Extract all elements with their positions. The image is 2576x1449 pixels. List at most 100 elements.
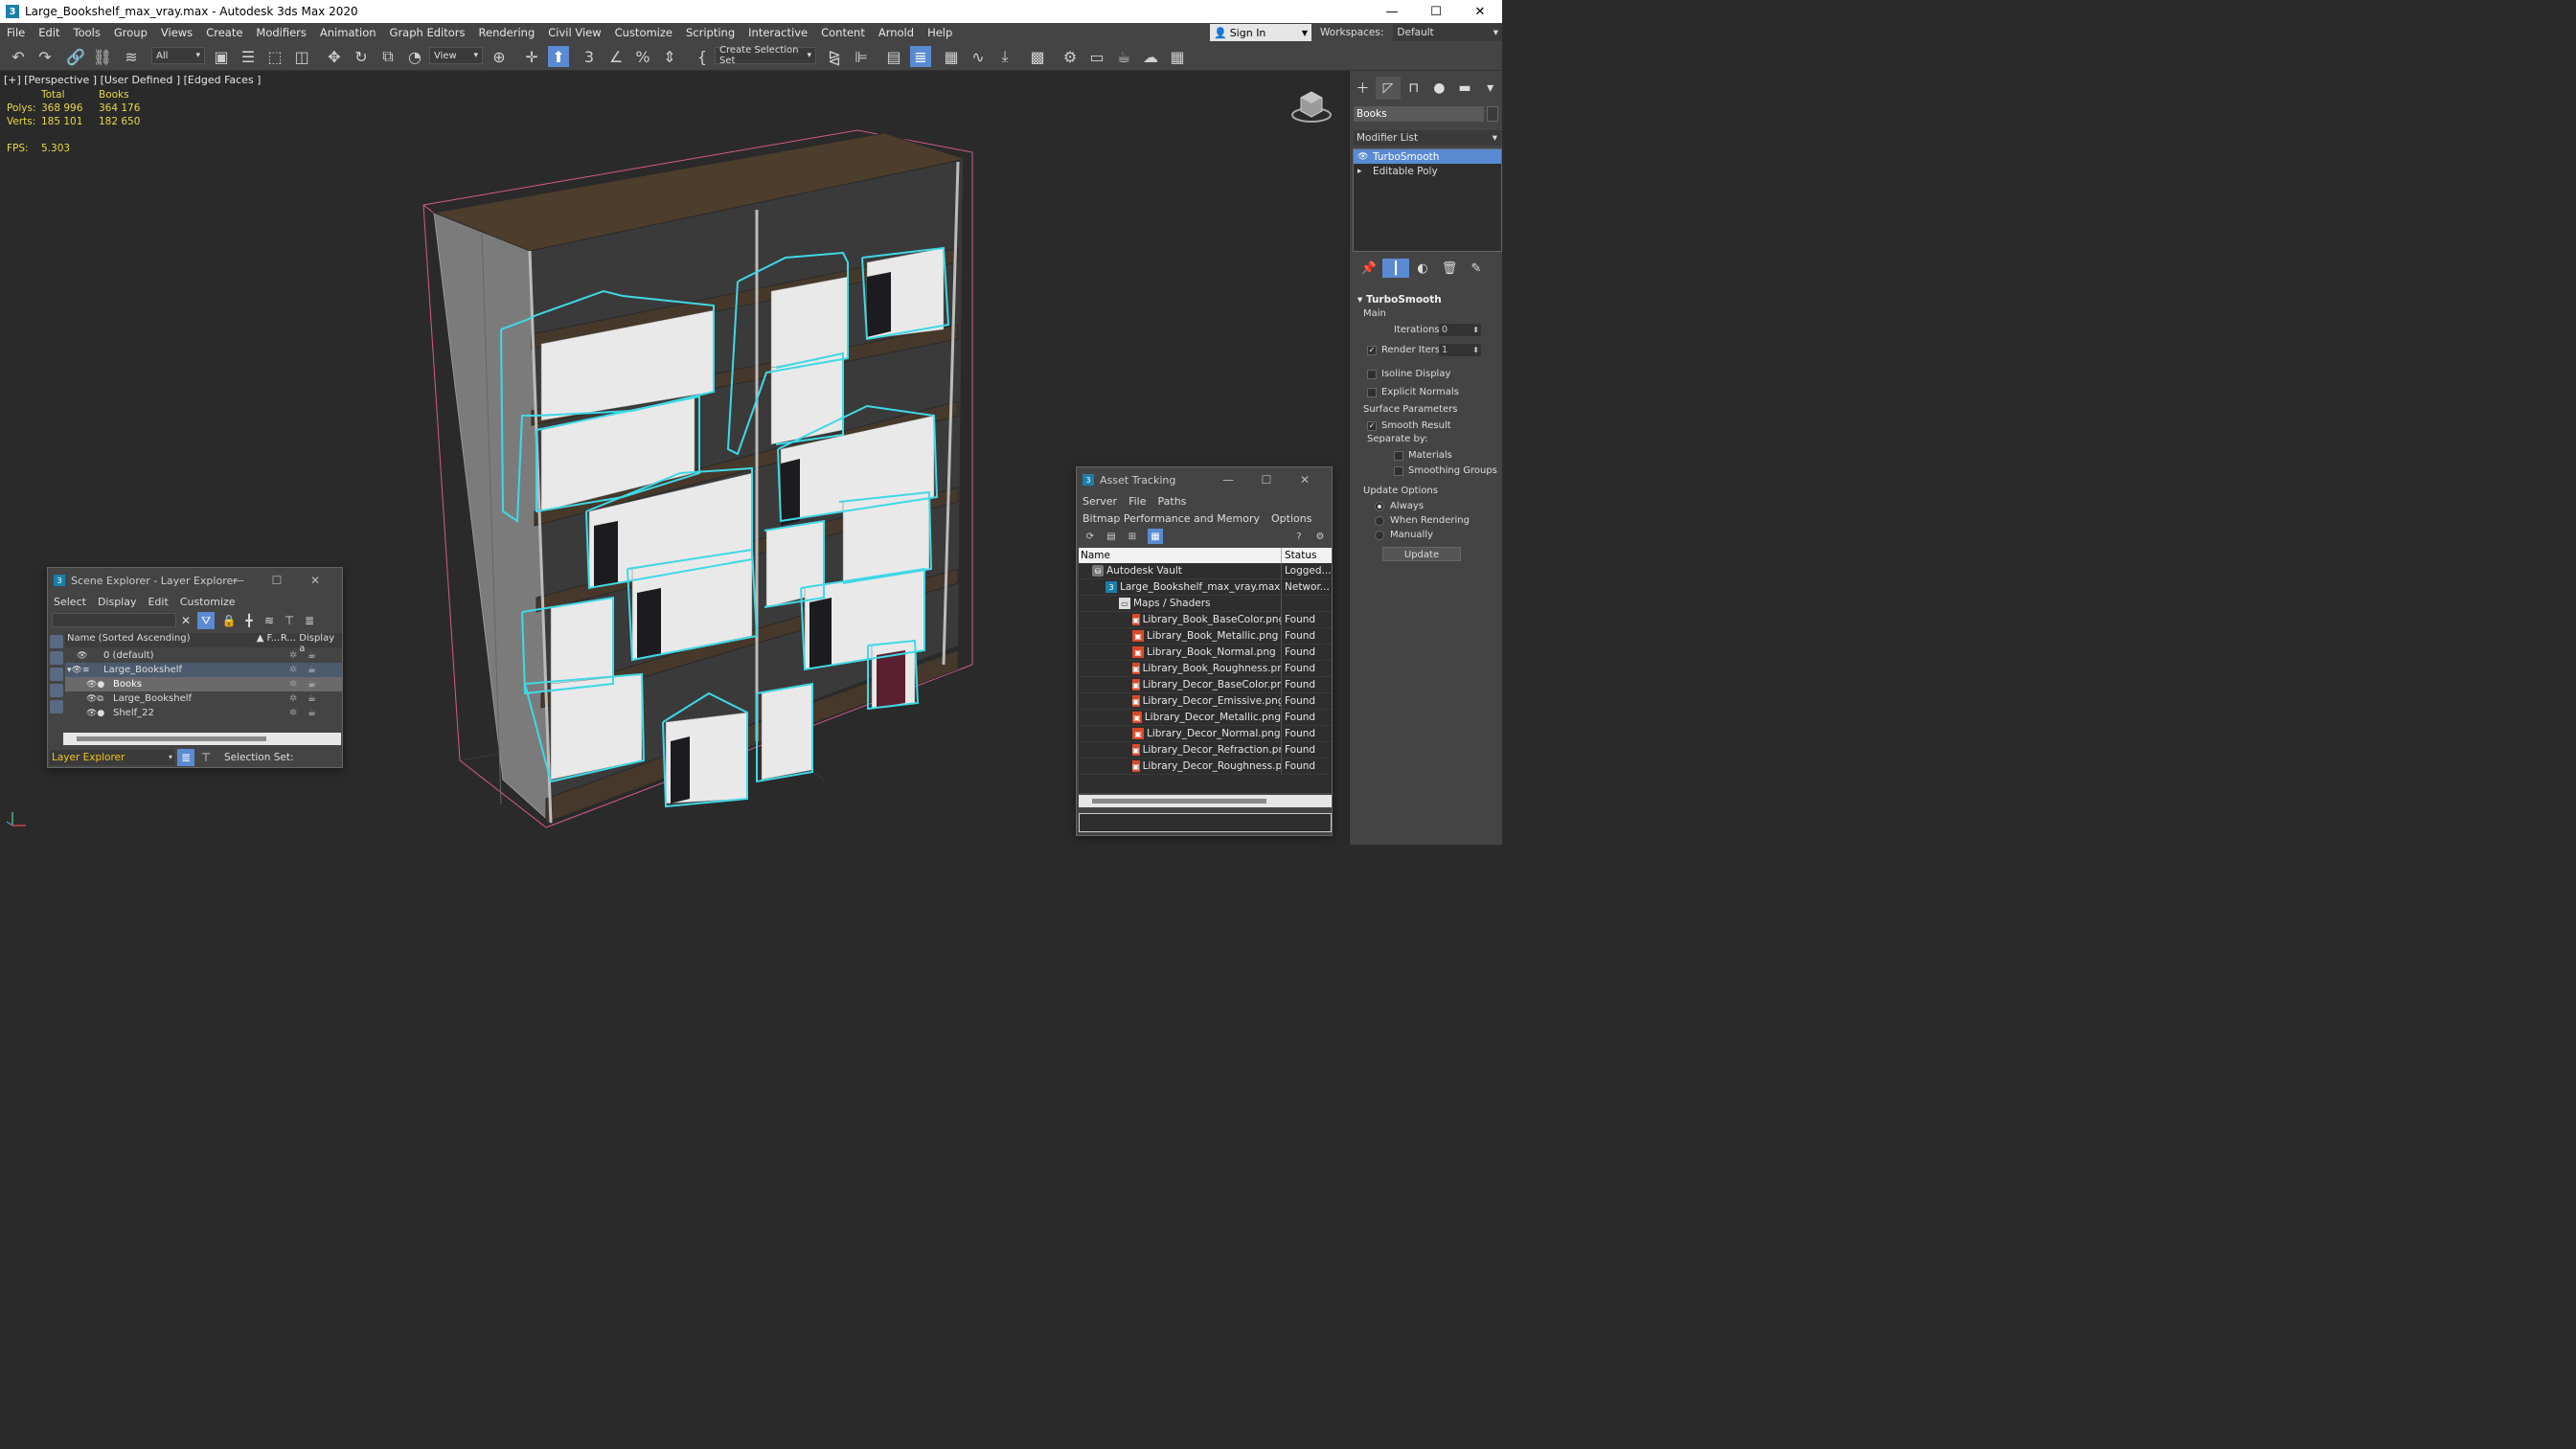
table-view-icon[interactable]: ▦ — [1148, 529, 1163, 544]
percent-snap-icon[interactable]: % — [632, 46, 653, 67]
layers-icon[interactable]: ≣ — [301, 612, 318, 629]
mirror-icon[interactable]: ⧎ — [824, 46, 845, 67]
menu-edit[interactable]: Edit — [32, 26, 66, 39]
lock-icon[interactable]: 🔒 — [220, 612, 238, 629]
redo-icon[interactable]: ↷ — [34, 46, 56, 67]
isoline-display-checkbox[interactable]: Isoline Display — [1367, 369, 1450, 379]
table-row[interactable]: ▣ Library_Book_BaseColor.png Found — [1079, 612, 1332, 628]
smoothing-groups-checkbox[interactable]: Smoothing Groups — [1394, 465, 1497, 476]
when-rendering-radio[interactable]: When Rendering — [1375, 515, 1470, 526]
table-row[interactable]: ▣ Library_Decor_Refraction.png Found — [1079, 742, 1332, 758]
viewport-label[interactable]: [+] [Perspective ] [User Defined ] [Edge… — [4, 74, 261, 86]
menu-file[interactable]: File — [0, 26, 32, 39]
keyboard-shortcut-override-icon[interactable]: ⬆ — [548, 46, 569, 67]
render-setup-icon[interactable]: ⚙ — [1060, 46, 1081, 67]
table-row[interactable]: ▭ Maps / Shaders — [1079, 596, 1332, 612]
freeze-icon[interactable]: ✲ — [289, 650, 297, 661]
material-editor-icon[interactable]: ▩ — [1027, 46, 1048, 67]
select-manipulate-icon[interactable]: ✛ — [521, 46, 542, 67]
menu-group[interactable]: Group — [107, 26, 154, 39]
undo-icon[interactable]: ↶ — [8, 46, 29, 67]
placement-icon[interactable]: ◔ — [404, 46, 425, 67]
menu-create[interactable]: Create — [199, 26, 249, 39]
render-iters-spinner[interactable]: 1 — [1439, 344, 1481, 356]
table-row[interactable]: ▣ Library_Decor_Roughness.png Found — [1079, 758, 1332, 775]
menu-arnold[interactable]: Arnold — [872, 26, 921, 39]
bind-space-warp-icon[interactable]: ≋ — [121, 46, 142, 67]
show-end-result-icon[interactable]: ┃ — [1382, 259, 1409, 278]
render-teapot-icon[interactable]: ☕ — [308, 679, 316, 690]
turbosmooth-rollout-title[interactable]: ▾ TurboSmooth — [1357, 294, 1442, 306]
list-view-icon[interactable]: ▤ — [1104, 529, 1119, 544]
modify-tab-icon[interactable]: ◸ — [1375, 77, 1402, 100]
smooth-result-checkbox[interactable]: ✓ Smooth Result — [1367, 420, 1451, 431]
object-name-field[interactable]: Books — [1354, 106, 1484, 122]
spinner-snap-icon[interactable]: ⇕ — [659, 46, 680, 67]
utilities-tab-icon[interactable]: ▾ — [1477, 77, 1503, 100]
display-lights-icon[interactable] — [50, 668, 63, 681]
menu-content[interactable]: Content — [814, 26, 872, 39]
make-unique-icon[interactable]: ◐ — [1409, 259, 1436, 278]
column-name[interactable]: Name (Sorted Ascending) — [65, 633, 257, 647]
select-object-icon[interactable]: ▣ — [211, 46, 232, 67]
display-geometry-icon[interactable] — [50, 651, 63, 665]
selection-filter-dropdown[interactable]: All — [151, 47, 205, 64]
link-icon[interactable]: 🔗 — [65, 46, 86, 67]
horizontal-scrollbar[interactable] — [1079, 795, 1332, 807]
rotate-icon[interactable]: ↻ — [351, 46, 372, 67]
freeze-icon[interactable]: ✲ — [289, 693, 297, 704]
render-iters-checkbox[interactable]: ✓ Render Iters: — [1367, 345, 1444, 355]
scale-icon[interactable]: ⧉ — [377, 46, 399, 67]
close-button[interactable]: ✕ — [296, 568, 334, 593]
configure-sets-icon[interactable]: ✎ — [1463, 259, 1490, 278]
freeze-icon[interactable]: ✲ — [289, 679, 297, 690]
align-icon[interactable]: ⊫ — [851, 46, 872, 67]
menu-civil-view[interactable]: Civil View — [541, 26, 607, 39]
rendered-frame-window-icon[interactable]: ▭ — [1086, 46, 1107, 67]
object-color-swatch[interactable] — [1487, 106, 1498, 122]
table-row[interactable]: 3 Large_Bookshelf_max_vray.max Networ... — [1079, 579, 1332, 596]
add-layer-icon[interactable]: ╋ — [240, 612, 258, 629]
sign-in-dropdown[interactable]: 👤 Sign In ▼ — [1210, 24, 1311, 41]
remove-modifier-icon[interactable]: 🗑 — [1436, 259, 1463, 278]
minimize-button[interactable]: — — [1370, 0, 1414, 23]
column-name[interactable]: Name — [1079, 548, 1282, 563]
freeze-icon[interactable]: ✲ — [289, 665, 297, 675]
stack-item-turbosmooth[interactable]: 👁 TurboSmooth — [1354, 149, 1501, 164]
tree-row[interactable]: 👁 0 (default) ✲ ☕ — [65, 648, 342, 663]
table-row[interactable]: ▣ Library_Decor_Emissive.png Found — [1079, 693, 1332, 710]
render-in-cloud-icon[interactable]: ☁ — [1140, 46, 1161, 67]
render-teapot-icon[interactable]: ☕ — [308, 693, 316, 704]
toggle-layer-explorer-icon[interactable]: ≣ — [910, 46, 931, 67]
pivot-center-icon[interactable]: ⊕ — [489, 46, 510, 67]
at-menu-server[interactable]: Server — [1077, 495, 1123, 508]
expand-arrow-icon[interactable]: ▸ — [1357, 167, 1373, 176]
menu-interactive[interactable]: Interactive — [741, 26, 814, 39]
freeze-icon[interactable]: ✲ — [289, 708, 297, 718]
render-teapot-icon[interactable]: ☕ — [308, 708, 316, 718]
display-cameras-icon[interactable] — [50, 684, 63, 697]
render-production-icon[interactable]: ☕ — [1113, 46, 1134, 67]
maximize-button[interactable]: ☐ — [258, 568, 296, 593]
display-all-icon[interactable] — [50, 635, 63, 648]
horizontal-scrollbar[interactable] — [63, 733, 341, 745]
tree-row[interactable]: 👁● Books ✲ ☕ — [65, 677, 342, 691]
unlink-icon[interactable]: ⛓ — [92, 46, 113, 67]
ribbon-icon[interactable]: ▦ — [941, 46, 962, 67]
se-menu-edit[interactable]: Edit — [142, 596, 173, 608]
hierarchy-tab-icon[interactable]: ⊓ — [1401, 77, 1426, 100]
table-row[interactable]: ▣ Library_Book_Normal.png Found — [1079, 645, 1332, 661]
table-row[interactable]: ▣ Library_Decor_Metallic.png Found — [1079, 710, 1332, 726]
explorer-type-dropdown[interactable]: Layer Explorer — [50, 750, 174, 765]
close-button[interactable]: ✕ — [1286, 467, 1324, 492]
table-row[interactable]: ▣ Library_Decor_BaseColor.png Found — [1079, 677, 1332, 693]
menu-help[interactable]: Help — [921, 26, 959, 39]
at-menu-paths[interactable]: Paths — [1152, 495, 1193, 508]
asset-tracking-titlebar[interactable]: 3 Asset Tracking — ☐ ✕ — [1077, 467, 1332, 492]
at-menu-file[interactable]: File — [1123, 495, 1151, 508]
explicit-normals-checkbox[interactable]: Explicit Normals — [1367, 387, 1459, 397]
update-button[interactable]: Update — [1382, 547, 1461, 561]
angle-snap-icon[interactable]: ∠ — [605, 46, 627, 67]
minimize-button[interactable]: — — [219, 568, 258, 593]
pin-stack-icon[interactable]: 📌 — [1356, 259, 1382, 278]
